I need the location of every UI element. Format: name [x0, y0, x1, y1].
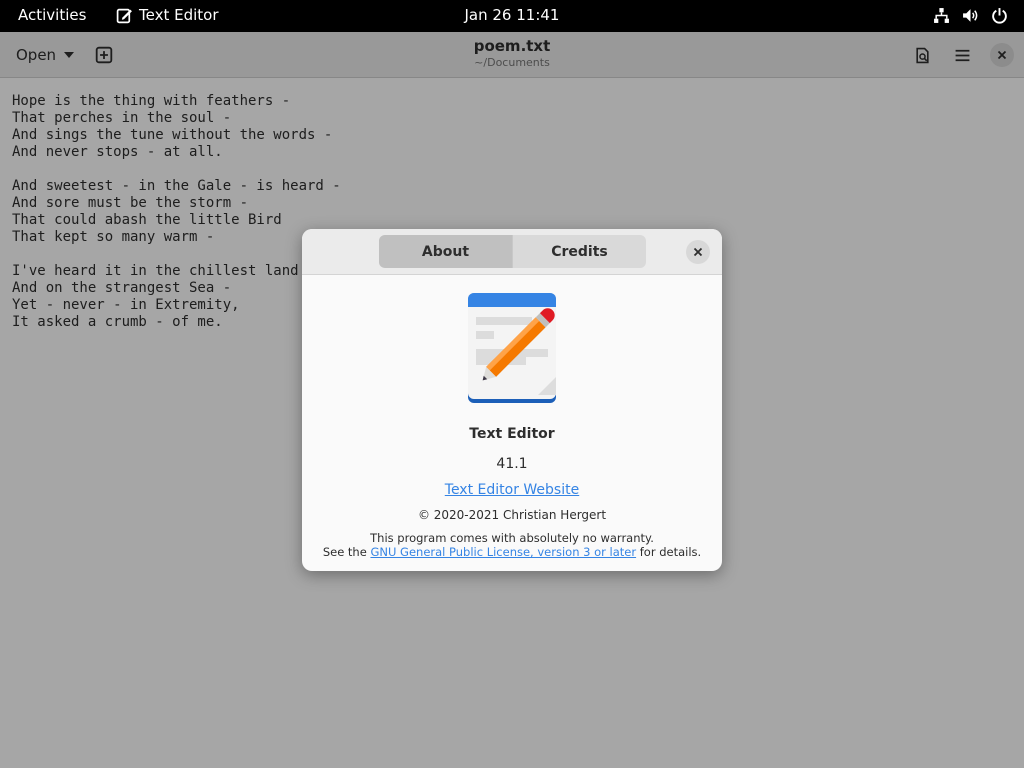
license-text: See the GNU General Public License, vers…	[302, 545, 722, 559]
about-copyright: © 2020-2021 Christian Hergert	[417, 508, 607, 522]
close-icon	[693, 247, 703, 257]
top-bar: Activities Text Editor Jan 26 11:41	[0, 0, 1024, 32]
about-license: This program comes with absolutely no wa…	[302, 531, 722, 559]
tab-about[interactable]: About	[379, 235, 512, 268]
about-close-button[interactable]	[686, 240, 710, 264]
about-tab-switcher: About Credits	[379, 235, 646, 268]
system-status-menu[interactable]	[933, 7, 1008, 24]
license-link[interactable]: GNU General Public License, version 3 or…	[370, 545, 636, 559]
license-suffix: for details.	[636, 545, 702, 559]
volume-icon	[963, 9, 978, 22]
warranty-text: This program comes with absolutely no wa…	[370, 531, 654, 545]
website-link[interactable]: Text Editor Website	[445, 482, 579, 498]
license-prefix: See the	[322, 545, 371, 559]
tab-credits[interactable]: Credits	[512, 235, 646, 268]
about-dialog: About Credits Text Editor 41.1 Text Edit…	[302, 229, 722, 571]
about-website: Text Editor Website	[302, 482, 722, 498]
text-editor-app-icon	[468, 293, 556, 403]
about-dialog-header: About Credits	[302, 229, 722, 275]
power-icon	[992, 8, 1007, 24]
about-app-name: Text Editor	[469, 426, 555, 442]
about-version: 41.1	[496, 456, 528, 472]
clock[interactable]: Jan 26 11:41	[0, 6, 1024, 24]
network-icon	[934, 8, 949, 23]
